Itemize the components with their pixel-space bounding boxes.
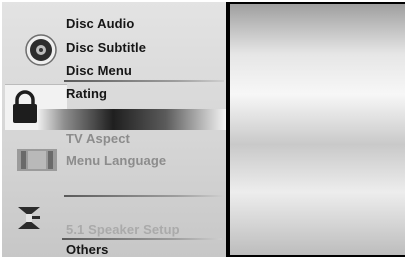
menu-divider	[64, 195, 224, 197]
menu-divider	[64, 80, 224, 82]
menu-divider	[62, 238, 222, 240]
menu-item-others[interactable]: Others	[66, 242, 109, 257]
menu-item-disc-subtitle[interactable]: Disc Subtitle	[66, 40, 146, 55]
menu-item-disc-menu[interactable]: Disc Menu	[66, 63, 132, 78]
menu-item-menu-language[interactable]: Menu Language	[66, 153, 166, 168]
disc-icon	[25, 34, 57, 66]
selected-item-highlight-bar	[38, 109, 226, 130]
menu-item-disc-audio[interactable]: Disc Audio	[66, 16, 134, 31]
menu-item-speaker-setup[interactable]: 5.1 Speaker Setup	[66, 222, 180, 237]
setup-menu: Disc Audio Disc Subtitle Disc Menu Ratin…	[2, 2, 226, 257]
setup-screen: Disc Audio Disc Subtitle Disc Menu Ratin…	[2, 2, 405, 257]
menu-item-tv-aspect[interactable]: TV Aspect	[66, 131, 130, 146]
submenu-panel	[230, 4, 405, 255]
tv-icon	[17, 149, 57, 171]
menu-item-rating[interactable]: Rating	[66, 86, 107, 101]
lock-icon	[13, 90, 37, 123]
speaker-icon	[18, 207, 40, 229]
